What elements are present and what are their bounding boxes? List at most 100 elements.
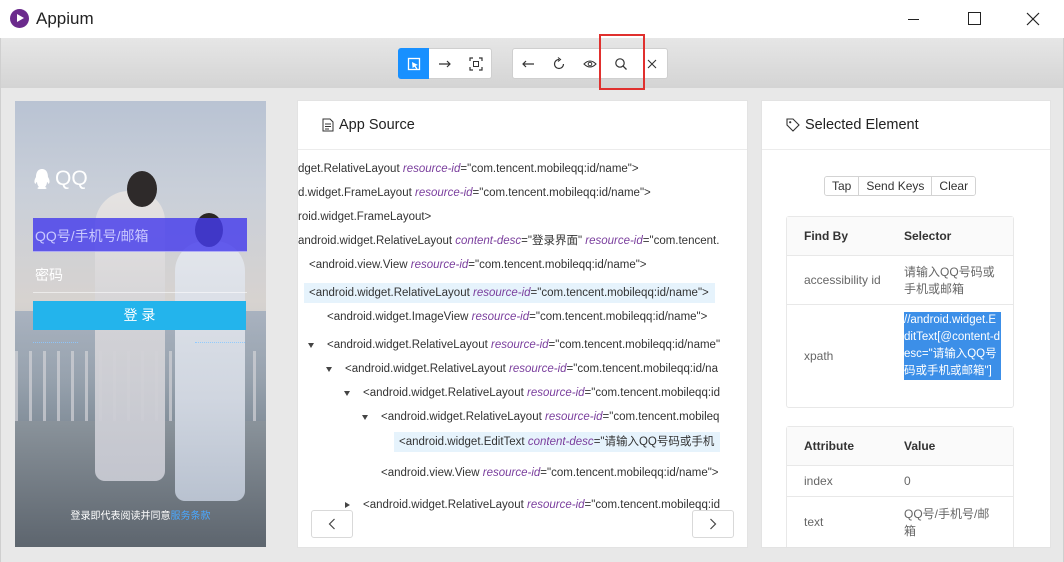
register-link[interactable] bbox=[195, 342, 245, 345]
source-tree-node[interactable]: android.widget.RelativeLayout content-de… bbox=[298, 231, 719, 251]
node-attr-value: ="com.tencent.mobileqq:id/name"> bbox=[540, 467, 719, 479]
device-screenshot[interactable]: QQ QQ号/手机号/邮箱 密码 登 录 登录即代表阅读并同意服务条款 bbox=[15, 101, 266, 547]
tap-button[interactable]: Tap bbox=[825, 177, 860, 195]
chevron-right-icon bbox=[710, 518, 717, 530]
app-source-title: App Source bbox=[339, 117, 415, 133]
node-attr-name: resource-id bbox=[527, 499, 585, 511]
maximize-button[interactable] bbox=[951, 0, 997, 38]
source-tree-node[interactable]: <android.widget.RelativeLayout resource-… bbox=[304, 283, 715, 303]
login-button[interactable]: 登 录 bbox=[33, 301, 246, 330]
node-attr-name: resource-id bbox=[410, 259, 469, 271]
close-icon bbox=[647, 59, 656, 68]
caret-down-icon[interactable] bbox=[344, 391, 350, 396]
node-attr-name: resource-id bbox=[509, 363, 567, 375]
xpath-selector-cell[interactable]: //android.widget.EditText[@content-desc=… bbox=[904, 312, 1001, 380]
node-attr-name: resource-id bbox=[491, 339, 549, 351]
table-row: xpath //android.widget.EditText[@content… bbox=[787, 305, 1013, 407]
password-input[interactable]: 密码 bbox=[33, 259, 247, 293]
find-by-cell: xpath bbox=[804, 349, 834, 363]
selected-element-header: Selected Element bbox=[762, 101, 1050, 150]
title-bar: Appium bbox=[0, 0, 1064, 38]
file-icon bbox=[322, 118, 334, 132]
account-input[interactable]: QQ号/手机号/邮箱 bbox=[33, 218, 247, 252]
node-attr-name: resource-id bbox=[415, 187, 473, 199]
node-attr-value: ="com.tencent.mobileqq:id/name"> bbox=[468, 259, 647, 271]
table-row: index 0 bbox=[787, 466, 1013, 497]
node-attr-name: resource-id bbox=[482, 467, 541, 479]
source-tree-node[interactable]: <android.widget.ImageView resource-id="c… bbox=[327, 307, 707, 327]
node-attr-name: resource-id bbox=[545, 411, 603, 423]
qq-brand-text: QQ bbox=[55, 167, 88, 190]
node-tag: <android.widget.RelativeLayout bbox=[363, 499, 524, 511]
source-tree-node[interactable]: dget.RelativeLayout resource-id="com.ten… bbox=[298, 159, 639, 179]
node-tag: d.widget.FrameLayout bbox=[298, 187, 412, 199]
app-source-header: App Source bbox=[298, 101, 747, 150]
caret-down-icon[interactable] bbox=[362, 415, 368, 420]
search-button-highlight bbox=[599, 34, 645, 90]
node-tag: <android.view.View bbox=[309, 259, 408, 271]
source-tree-node[interactable]: <android.view.View resource-id="com.tenc… bbox=[381, 463, 719, 483]
caret-right-icon[interactable] bbox=[345, 502, 350, 508]
back-arrow-icon bbox=[522, 60, 534, 67]
refresh-icon bbox=[553, 56, 564, 69]
node-attr-value: ="com.tencent.mobileqq:id/na bbox=[566, 363, 718, 375]
window-close-button[interactable] bbox=[1010, 0, 1056, 38]
node-attr-value: ="登录界面" bbox=[521, 235, 583, 247]
select-elements-icon bbox=[407, 57, 421, 70]
node-attr-name: content-desc bbox=[527, 436, 594, 448]
source-tree-node[interactable]: d.widget.FrameLayout resource-id="com.te… bbox=[298, 183, 651, 203]
tap-coordinates-button[interactable] bbox=[460, 48, 492, 79]
terms-link[interactable]: 服务条款 bbox=[171, 511, 211, 522]
agreement-prefix: 登录即代表阅读并同意 bbox=[70, 511, 171, 522]
swipe-button[interactable] bbox=[429, 48, 461, 79]
source-tree-node[interactable]: <android.widget.RelativeLayout resource-… bbox=[363, 383, 720, 403]
caret-down-icon[interactable] bbox=[308, 343, 314, 348]
node-tag: <android.widget.RelativeLayout bbox=[327, 339, 488, 351]
send-keys-button[interactable]: Send Keys bbox=[859, 177, 933, 195]
find-by-header: Find By Selector bbox=[787, 217, 1013, 256]
node-attr-name: resource-id bbox=[402, 163, 461, 175]
attribute-name-cell: text bbox=[804, 515, 824, 529]
node-attr-value: ="com.tencent.mobileqq:id/name"> bbox=[529, 311, 708, 323]
node-attr-name: resource-id bbox=[585, 235, 643, 247]
node-attr-value: ="com.tencent.mobileqq:id/name"> bbox=[530, 287, 709, 299]
source-tree-node[interactable]: <android.widget.RelativeLayout resource-… bbox=[345, 359, 718, 379]
eye-icon bbox=[582, 59, 597, 68]
node-tag: <android.widget.RelativeLayout bbox=[363, 387, 524, 399]
minimize-button[interactable] bbox=[890, 0, 936, 38]
refresh-button[interactable] bbox=[543, 48, 575, 79]
attributes-header: Attribute Value bbox=[787, 427, 1013, 466]
node-tag: <android.widget.ImageView bbox=[327, 311, 469, 323]
node-attr-value: ="com.tencent. bbox=[642, 235, 720, 247]
node-attr-value: ="com.tencent.mobileq bbox=[602, 411, 720, 423]
caret-down-icon[interactable] bbox=[326, 367, 332, 372]
app-source-panel: App Source dget.RelativeLayout resource-… bbox=[297, 100, 748, 548]
tag-icon bbox=[786, 118, 800, 132]
scroll-left-button[interactable] bbox=[311, 510, 353, 538]
clear-button[interactable]: Clear bbox=[932, 177, 976, 195]
node-attr-name: resource-id bbox=[473, 287, 531, 299]
forgot-password-link[interactable] bbox=[33, 342, 78, 345]
source-tree-node[interactable]: <android.view.View resource-id="com.tenc… bbox=[309, 255, 647, 275]
scroll-right-button[interactable] bbox=[692, 510, 734, 538]
source-tree[interactable]: dget.RelativeLayout resource-id="com.ten… bbox=[298, 151, 747, 547]
back-button[interactable] bbox=[512, 48, 544, 79]
node-attr-name: resource-id bbox=[527, 387, 585, 399]
inspector-main: QQ QQ号/手机号/邮箱 密码 登 录 登录即代表阅读并同意服务条款 App … bbox=[0, 34, 1064, 562]
source-tree-node[interactable]: <android.widget.RelativeLayout resource-… bbox=[327, 335, 720, 355]
find-by-column-header: Find By bbox=[804, 229, 848, 243]
node-tag: dget.RelativeLayout bbox=[298, 163, 400, 175]
source-tree-node[interactable]: <android.widget.RelativeLayout resource-… bbox=[381, 407, 719, 427]
select-elements-button[interactable] bbox=[398, 48, 430, 79]
node-attr-value: ="com.tencent.mobileqq:id bbox=[584, 387, 720, 399]
node-attr-value: ="com.tencent.mobileqq:id/name" bbox=[548, 339, 721, 351]
toolbar bbox=[1, 34, 1063, 90]
source-tree-node[interactable]: roid.widget.FrameLayout> bbox=[298, 207, 431, 227]
source-tree-node[interactable]: <android.widget.RelativeLayout resource-… bbox=[363, 495, 720, 515]
appium-logo-icon bbox=[10, 9, 29, 28]
node-tag: <android.widget.RelativeLayout bbox=[309, 287, 470, 299]
selector-cell[interactable]: 请输入QQ号码或手机或邮箱 bbox=[904, 264, 999, 298]
node-tag: <android.widget.RelativeLayout bbox=[345, 363, 506, 375]
window-title: Appium bbox=[36, 9, 94, 28]
source-tree-node[interactable]: <android.widget.EditText content-desc="请… bbox=[394, 432, 721, 452]
